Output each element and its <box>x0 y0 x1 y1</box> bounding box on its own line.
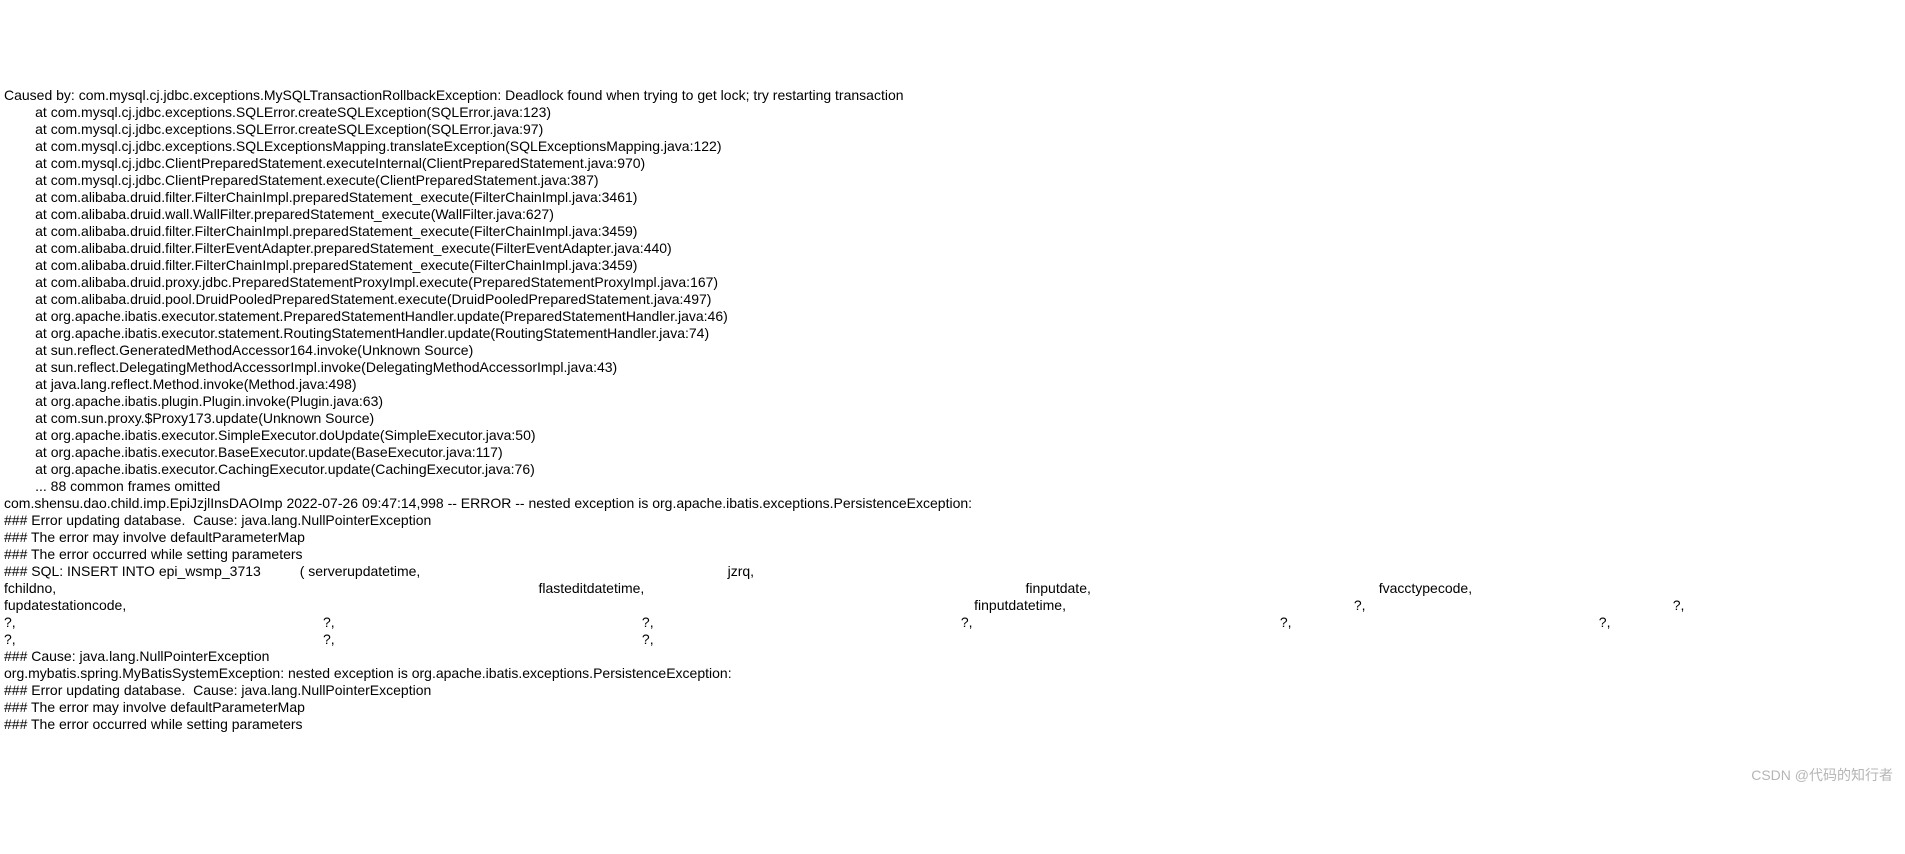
stack-frame: at com.mysql.cj.jdbc.ClientPreparedState… <box>4 155 645 171</box>
error-params-line: ### The error occurred while setting par… <box>4 716 303 732</box>
stack-frame: at com.mysql.cj.jdbc.ClientPreparedState… <box>4 172 599 188</box>
stack-frame: at org.apache.ibatis.executor.CachingExe… <box>4 461 535 477</box>
stack-frame: ... 88 common frames omitted <box>4 478 220 494</box>
stack-frame: at com.alibaba.druid.filter.FilterChainI… <box>4 223 637 239</box>
log-output: Caused by: com.mysql.cj.jdbc.exceptions.… <box>0 85 1905 735</box>
stack-frame: at org.apache.ibatis.executor.statement.… <box>4 325 709 341</box>
stack-frame: at com.mysql.cj.jdbc.exceptions.SQLError… <box>4 104 551 120</box>
stack-frame: at sun.reflect.DelegatingMethodAccessorI… <box>4 359 617 375</box>
error-sql-line: ### SQL: INSERT INTO epi_wsmp_3713 ( ser… <box>4 563 1905 647</box>
error-involve-line: ### The error may involve defaultParamet… <box>4 529 305 545</box>
stack-frame: at com.mysql.cj.jdbc.exceptions.SQLExcep… <box>4 138 721 154</box>
stack-frame: at com.alibaba.druid.pool.DruidPooledPre… <box>4 291 711 307</box>
logger-error-line: com.shensu.dao.child.imp.EpiJzjlInsDAOIm… <box>4 495 972 511</box>
stack-frame: at org.apache.ibatis.executor.statement.… <box>4 308 728 324</box>
stack-frame: at com.sun.proxy.$Proxy173.update(Unknow… <box>4 410 374 426</box>
error-involve-line: ### The error may involve defaultParamet… <box>4 699 305 715</box>
error-db-line: ### Error updating database. Cause: java… <box>4 682 431 698</box>
mybatis-exception-line: org.mybatis.spring.MyBatisSystemExceptio… <box>4 665 732 681</box>
csdn-watermark: CSDN @代码的知行者 <box>1751 767 1893 784</box>
stack-frame: at org.apache.ibatis.plugin.Plugin.invok… <box>4 393 383 409</box>
stack-frame: at com.alibaba.druid.filter.FilterChainI… <box>4 257 637 273</box>
stack-frame: at com.alibaba.druid.filter.FilterChainI… <box>4 189 637 205</box>
stack-frame: at com.alibaba.druid.proxy.jdbc.Prepared… <box>4 274 718 290</box>
stack-frame: at com.alibaba.druid.wall.WallFilter.pre… <box>4 206 554 222</box>
caused-by-line: Caused by: com.mysql.cj.jdbc.exceptions.… <box>4 87 904 103</box>
error-db-line: ### Error updating database. Cause: java… <box>4 512 431 528</box>
error-params-line: ### The error occurred while setting par… <box>4 546 303 562</box>
stack-frame: at org.apache.ibatis.executor.BaseExecut… <box>4 444 503 460</box>
error-cause-line: ### Cause: java.lang.NullPointerExceptio… <box>4 648 269 664</box>
stack-frame: at com.mysql.cj.jdbc.exceptions.SQLError… <box>4 121 543 137</box>
stack-frame: at sun.reflect.GeneratedMethodAccessor16… <box>4 342 473 358</box>
stack-frame: at org.apache.ibatis.executor.SimpleExec… <box>4 427 536 443</box>
stack-frame: at com.alibaba.druid.filter.FilterEventA… <box>4 240 672 256</box>
stack-frame: at java.lang.reflect.Method.invoke(Metho… <box>4 376 357 392</box>
